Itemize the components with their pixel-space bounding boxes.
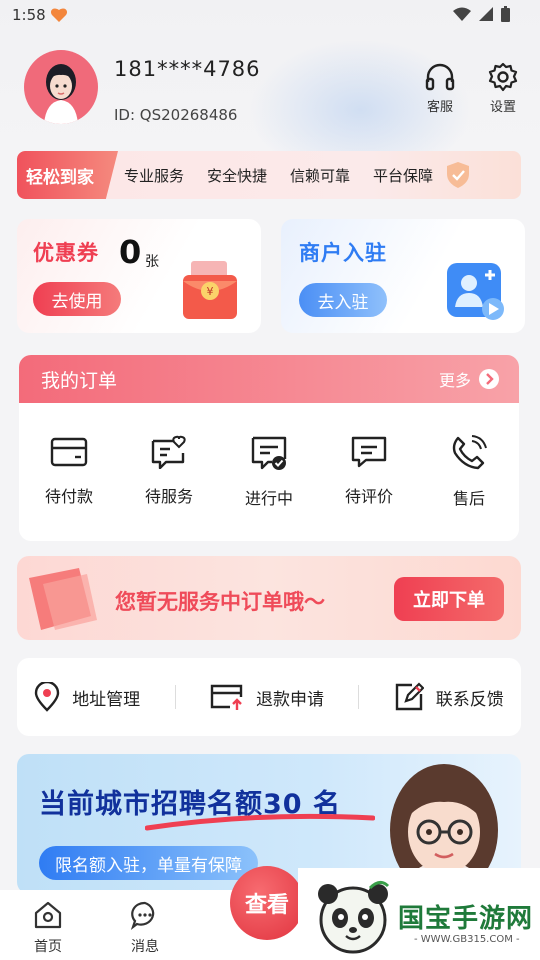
headset-icon: [425, 63, 455, 91]
settings-button[interactable]: 设置: [473, 62, 533, 115]
order-status-label: 待付款: [44, 487, 93, 506]
orders-header: 我的订单 更多: [19, 355, 519, 403]
contact-feedback-button[interactable]: 联系反馈: [394, 682, 504, 712]
orders-more-button[interactable]: 更多: [439, 367, 499, 391]
signal-icon: [479, 7, 493, 21]
no-order-banner: 您暂无服务中订单哦～ 立即下单: [17, 556, 521, 640]
shield-icon: [447, 162, 470, 188]
status-bar: 1:58: [0, 0, 540, 32]
user-id: ID: QS20268486: [114, 106, 238, 124]
use-coupon-button[interactable]: 去使用: [33, 282, 121, 316]
wifi-icon: [453, 7, 471, 21]
watermark-brand: 国宝手游网: [398, 904, 534, 934]
status-icons: [453, 6, 510, 22]
feature-item: 信赖可靠: [290, 166, 351, 185]
order-status-label: 进行中: [244, 489, 293, 508]
order-status-label: 售后: [452, 489, 485, 508]
coupon-unit: 张: [145, 254, 159, 270]
feature-item: 安全快捷: [207, 166, 268, 185]
coupon-title: 优惠券: [33, 241, 99, 265]
gear-icon: [488, 62, 518, 92]
refund-icon: [210, 684, 243, 710]
watermark-url: - WWW.GB315.COM -: [414, 934, 520, 945]
refund-request-button[interactable]: 退款申请: [210, 683, 324, 711]
status-time: 1:58: [12, 6, 46, 24]
no-order-text: 您暂无服务中订单哦～: [115, 590, 325, 614]
home-icon: [34, 901, 62, 929]
orders-card: 我的订单 更多 待付款 待服务 进行中 待评价 售后: [19, 355, 519, 541]
join-merchant-button[interactable]: 去入驻: [299, 283, 387, 317]
order-now-button[interactable]: 立即下单: [394, 577, 504, 621]
tool-label: 退款申请: [255, 689, 324, 710]
app-heart-icon: [50, 8, 68, 22]
tab-home[interactable]: 首页: [8, 900, 88, 956]
recruit-subtitle: 限名额入驻，单量有保障: [39, 846, 258, 880]
address-management-button[interactable]: 地址管理: [34, 682, 140, 712]
order-pending-payment[interactable]: 待付款: [24, 435, 114, 509]
order-in-progress[interactable]: 进行中: [224, 435, 314, 509]
coupon-card[interactable]: 优惠券 0 张 去使用 ¥: [17, 219, 261, 333]
customer-service-button[interactable]: 客服: [410, 62, 470, 115]
feature-strip-tag: 轻松到家: [17, 151, 118, 199]
tool-label: 地址管理: [72, 689, 141, 710]
heart-chat-icon: [151, 435, 186, 469]
settings-label: 设置: [489, 100, 516, 115]
wallet-icon: [50, 437, 88, 467]
tab-home-label: 首页: [34, 939, 62, 955]
svg-text:¥: ¥: [207, 285, 214, 298]
orders-status-list: 待付款 待服务 进行中 待评价 售后: [19, 403, 519, 509]
watermark-overlay: 国宝手游网 - WWW.GB315.COM -: [298, 868, 540, 960]
view-center-button[interactable]: 查看: [230, 866, 304, 940]
message-check-icon: [251, 436, 287, 470]
feature-strip: 轻松到家 专业服务 安全快捷 信赖可靠 平台保障: [17, 151, 521, 199]
divider: [358, 685, 360, 709]
order-pending-service[interactable]: 待服务: [124, 435, 214, 509]
battery-icon: [501, 6, 510, 22]
avatar-illustration: [44, 64, 78, 124]
divider: [174, 685, 176, 709]
edit-icon: [395, 682, 424, 711]
customer-service-label: 客服: [426, 100, 453, 115]
orders-title: 我的订单: [41, 369, 118, 392]
order-status-label: 待评价: [344, 487, 393, 506]
coupon-count: 0: [119, 233, 142, 271]
chat-icon: [130, 901, 155, 930]
phone-icon: [452, 435, 487, 470]
user-phone: 181****4786: [114, 57, 261, 81]
panda-logo-icon: [318, 881, 390, 954]
add-user-icon: [447, 263, 504, 320]
tool-label: 联系反馈: [435, 689, 504, 710]
chevron-right-icon: [479, 369, 499, 389]
location-icon: [34, 682, 60, 712]
tab-messages-label: 消息: [131, 939, 159, 955]
order-after-sales[interactable]: 售后: [424, 435, 514, 509]
center-button-label: 查看: [244, 893, 289, 918]
order-status-label: 待服务: [144, 487, 193, 506]
merchant-card[interactable]: 商户入驻 去入驻: [281, 219, 525, 333]
underline-decoration: [145, 813, 375, 831]
orders-more-label: 更多: [438, 371, 471, 390]
feature-item: 平台保障: [373, 166, 434, 185]
tools-row: 地址管理 退款申请 联系反馈: [17, 658, 521, 736]
ticket-decoration-icon: [29, 568, 97, 630]
order-pending-review[interactable]: 待评价: [324, 435, 414, 509]
red-envelope-icon: ¥: [183, 261, 237, 319]
merchant-title: 商户入驻: [299, 241, 387, 265]
comment-icon: [351, 436, 387, 468]
avatar[interactable]: [24, 50, 98, 124]
feature-item: 专业服务: [124, 166, 185, 185]
tab-messages[interactable]: 消息: [105, 900, 185, 956]
